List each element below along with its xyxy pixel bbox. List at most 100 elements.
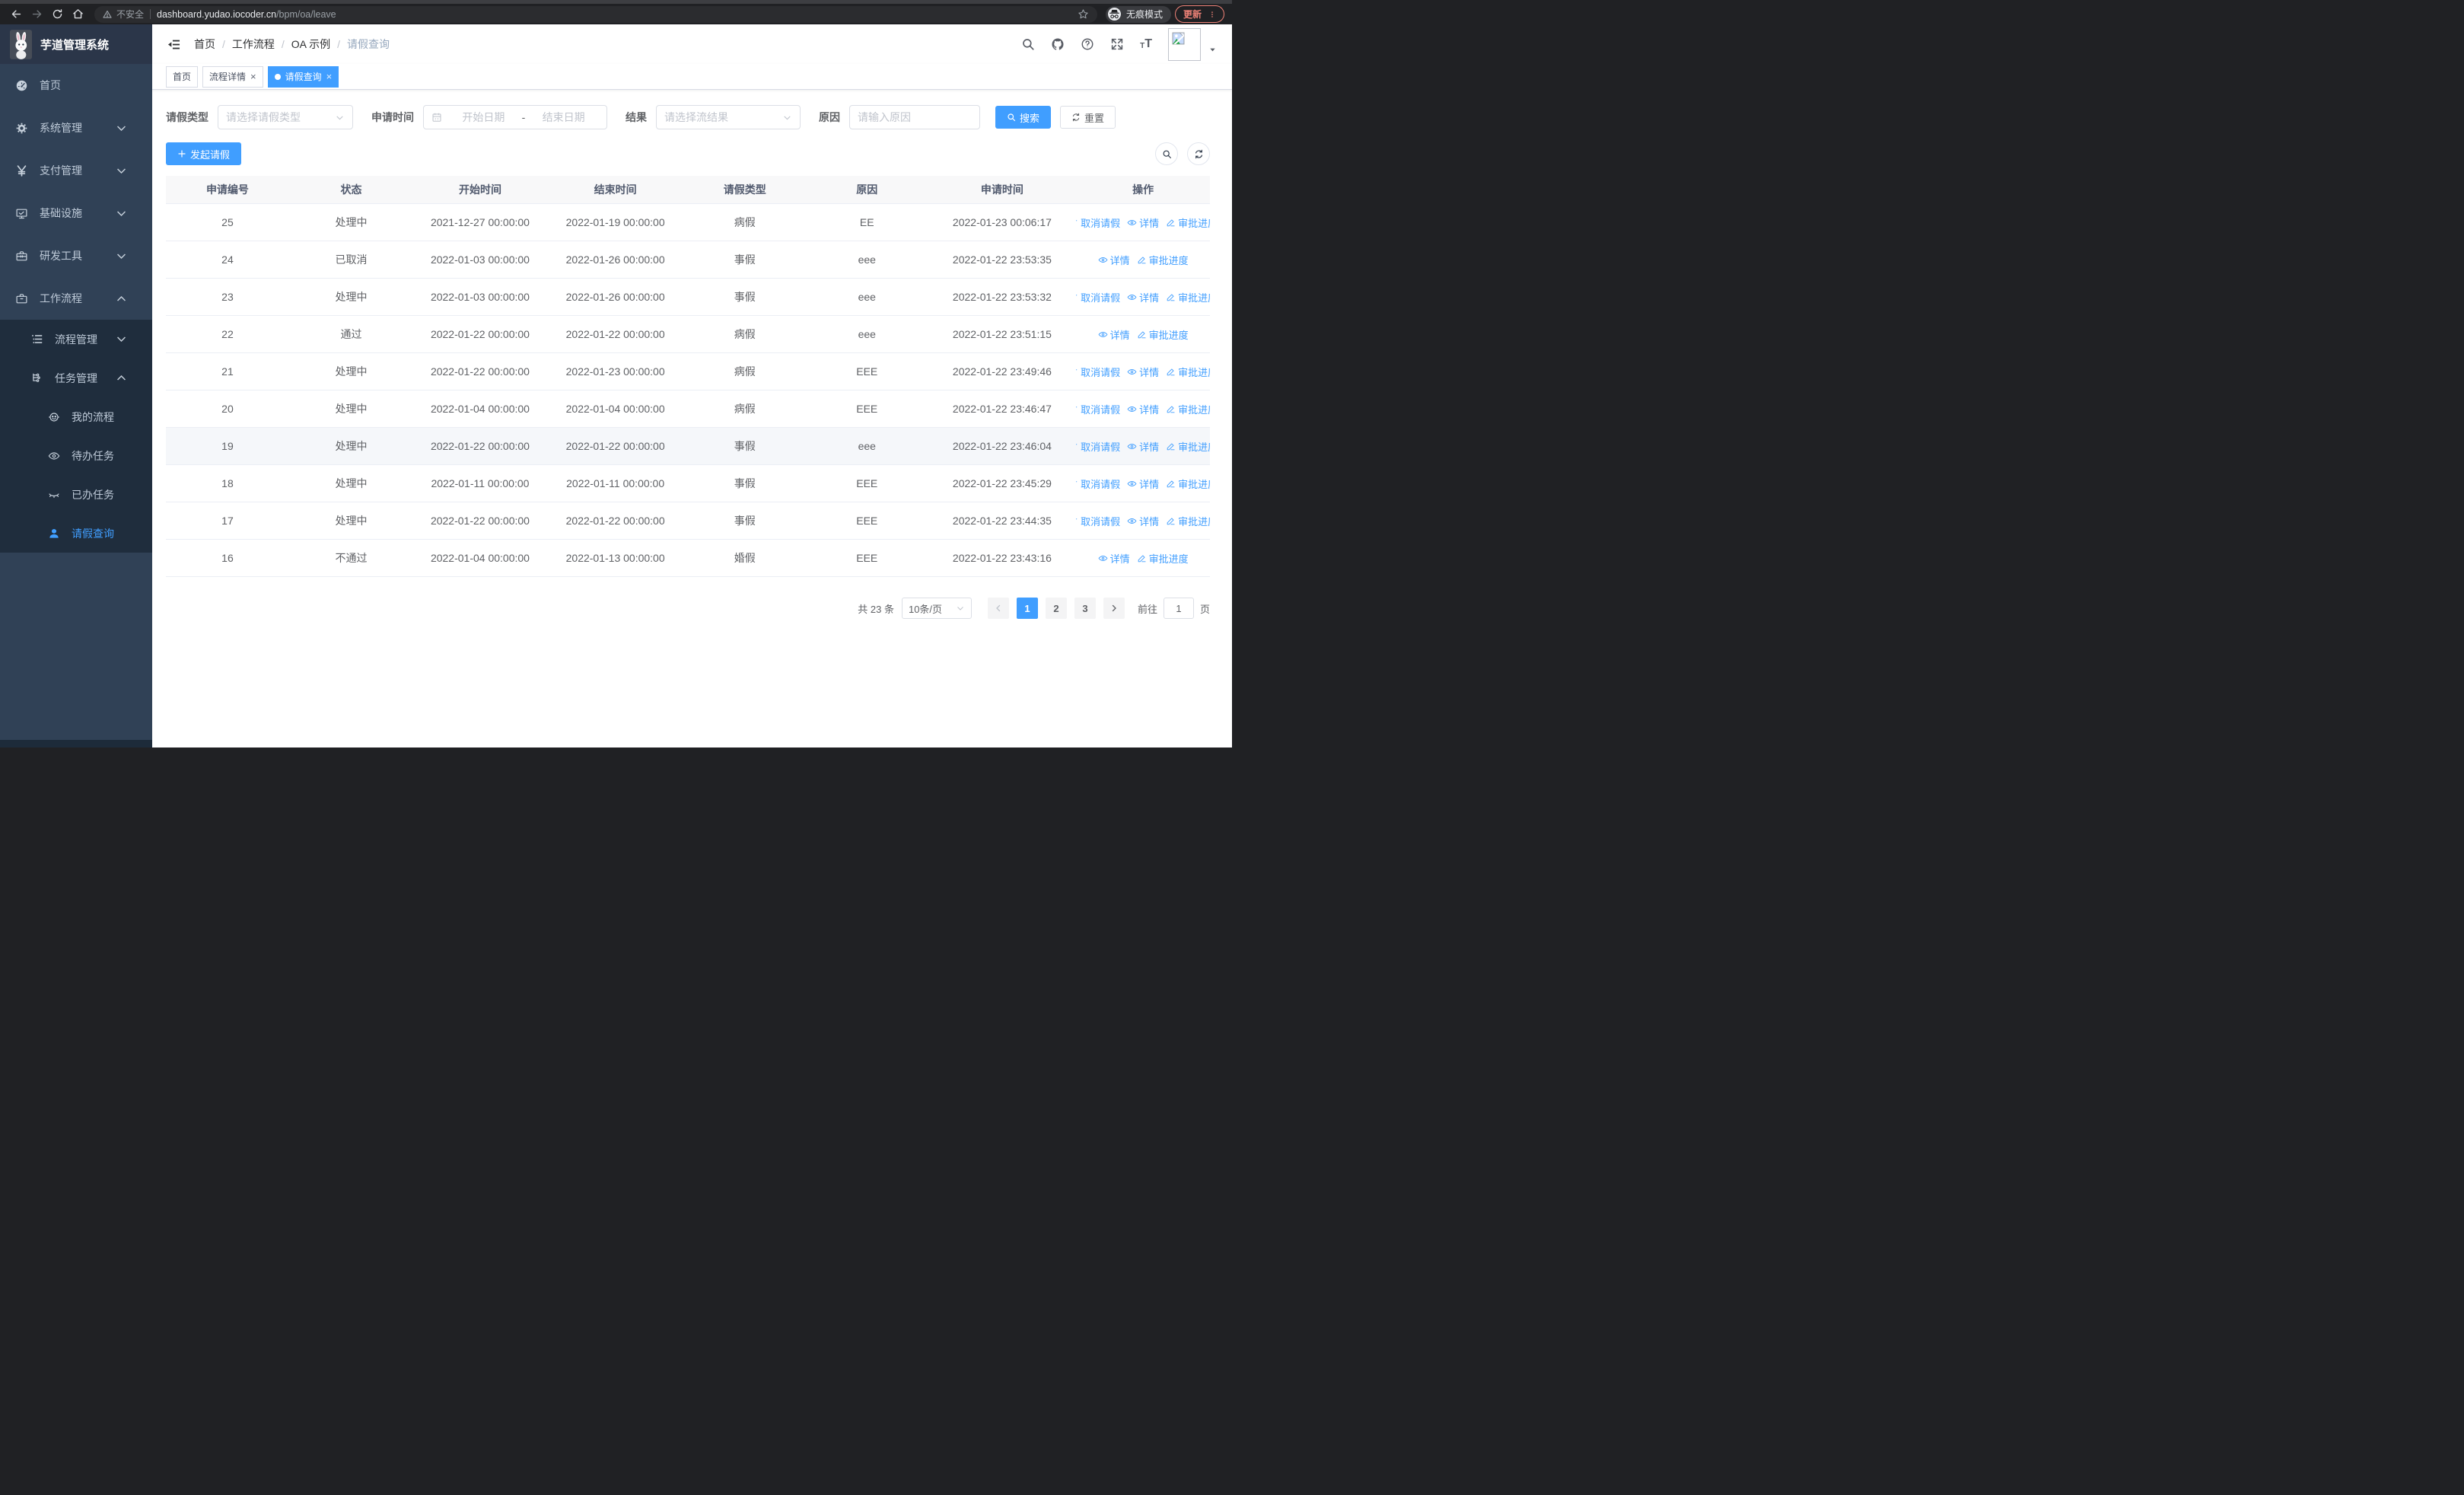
action-progress-link[interactable]: 审批进度 [1137, 253, 1189, 267]
cell-apply-time: 2022-01-22 23:53:35 [928, 241, 1077, 279]
reload-button[interactable] [49, 6, 65, 23]
action-cancel-link[interactable]: 取消请假 [1076, 477, 1120, 491]
date-range-input[interactable]: 开始日期 - 结束日期 [423, 105, 607, 129]
home-button[interactable] [69, 6, 86, 23]
action-progress-link[interactable]: 审批进度 [1166, 402, 1210, 416]
sidebar-item-task-2[interactable]: 待办任务 [0, 436, 152, 475]
font-size-icon[interactable]: TT [1140, 38, 1152, 50]
sidebar-item-5[interactable]: 研发工具 [0, 234, 152, 277]
url-bar[interactable]: 不安全 dashboard.yudao.iocoder.cn/bpm/oa/le… [94, 5, 1097, 23]
breadcrumb-item[interactable]: 工作流程 [232, 37, 275, 52]
cell-actions: 详情 审批进度 [1076, 539, 1210, 577]
sidebar-item-2[interactable]: 系统管理 [0, 107, 152, 149]
goto-page-input[interactable] [1163, 598, 1194, 619]
action-detail-link[interactable]: 详情 [1098, 253, 1130, 267]
leave-type-placeholder: 请选择请假类型 [226, 111, 301, 123]
sidebar-item-3[interactable]: 支付管理 [0, 149, 152, 192]
tag-close-icon[interactable]: × [250, 72, 256, 81]
fullscreen-icon[interactable] [1110, 37, 1124, 51]
action-progress-link[interactable]: 审批进度 [1166, 477, 1210, 491]
action-progress-link[interactable]: 审批进度 [1137, 327, 1189, 342]
action-progress-link[interactable]: 审批进度 [1166, 439, 1210, 454]
sidebar-item-task-3[interactable]: 已办任务 [0, 475, 152, 514]
action-cancel-link[interactable]: 取消请假 [1076, 365, 1120, 379]
hide-search-button[interactable] [1155, 142, 1178, 165]
action-detail-link[interactable]: 详情 [1098, 327, 1130, 342]
action-detail-link[interactable]: 详情 [1127, 514, 1159, 528]
action-cancel-link[interactable]: 取消请假 [1076, 215, 1120, 230]
action-detail-link[interactable]: 详情 [1127, 215, 1159, 230]
tag-tab-1[interactable]: 首页 [166, 65, 199, 88]
table-row: 17 处理中 2022-01-22 00:00:00 2022-01-22 00:00… [166, 502, 1210, 540]
next-page-button[interactable] [1103, 598, 1125, 619]
action-progress-link[interactable]: 审批进度 [1166, 290, 1210, 304]
user-icon [48, 528, 60, 540]
action-cancel-link[interactable]: 取消请假 [1076, 290, 1120, 304]
cell-apply-id: 25 [166, 203, 289, 241]
apply-time-label: 申请时间 [371, 111, 414, 123]
row-actions: 取消请假 详情 审批进度 [1076, 402, 1210, 416]
sidebar-item-process-mgmt[interactable]: 流程管理 [0, 320, 152, 359]
prev-page-button[interactable] [987, 598, 1009, 619]
action-detail-link[interactable]: 详情 [1127, 402, 1159, 416]
sidebar-item-4[interactable]: 基础设施 [0, 192, 152, 234]
bookmark-star-icon[interactable] [1078, 8, 1089, 20]
refresh-table-button[interactable] [1187, 142, 1210, 165]
back-button[interactable] [8, 6, 24, 23]
tag-close-icon[interactable]: × [326, 72, 333, 81]
reset-button[interactable]: 重置 [1060, 106, 1116, 129]
action-detail-link[interactable]: 详情 [1127, 290, 1159, 304]
action-detail-link[interactable]: 详情 [1127, 477, 1159, 491]
cell-apply-time: 2022-01-22 23:46:04 [928, 427, 1077, 465]
action-cancel-link[interactable]: 取消请假 [1076, 439, 1120, 454]
page-button-3[interactable]: 3 [1074, 598, 1096, 619]
action-detail-link[interactable]: 详情 [1098, 551, 1130, 566]
row-actions: 取消请假 详情 审批进度 [1076, 215, 1210, 230]
breadcrumb-item[interactable]: OA 示例 [291, 37, 330, 52]
app-logo[interactable]: 芋道管理系统 [0, 24, 152, 64]
leave-type-select[interactable]: 请选择请假类型 [218, 105, 353, 129]
action-progress-link[interactable]: 审批进度 [1166, 215, 1210, 230]
action-progress-label: 审批进度 [1178, 403, 1210, 416]
avatar[interactable] [1168, 27, 1201, 61]
cell-start-time: 2021-12-27 00:00:00 [413, 203, 547, 241]
search-icon[interactable] [1021, 37, 1035, 51]
create-leave-button[interactable]: 发起请假 [166, 142, 242, 165]
github-icon[interactable] [1051, 37, 1065, 51]
security-chip[interactable]: 不安全 [103, 8, 144, 21]
avatar-caret-icon[interactable] [1208, 46, 1217, 54]
update-browser-button[interactable]: 更新 [1174, 5, 1224, 23]
action-progress-link[interactable]: 审批进度 [1166, 365, 1210, 379]
reason-input[interactable]: 请输入原因 [849, 105, 980, 129]
search-button[interactable]: 搜索 [995, 106, 1052, 129]
kebab-menu-icon[interactable] [1208, 10, 1216, 19]
action-cancel-link[interactable]: 取消请假 [1076, 514, 1120, 528]
sidebar-item-label: 流程管理 [55, 333, 97, 346]
page-size-select[interactable]: 10条/页 [901, 598, 972, 619]
action-detail-link[interactable]: 详情 [1127, 365, 1159, 379]
sidebar-item-task-4[interactable]: 请假查询 [0, 514, 152, 553]
tag-tab-3[interactable]: 请假查询 × [267, 65, 339, 88]
action-detail-link[interactable]: 详情 [1127, 439, 1159, 454]
help-icon[interactable] [1081, 37, 1094, 51]
breadcrumb-separator: / [281, 38, 285, 50]
action-progress-link[interactable]: 审批进度 [1137, 551, 1189, 566]
sidebar-item-task-mgmt[interactable]: 任务管理 [0, 359, 152, 397]
sidebar-collapse-icon[interactable] [167, 37, 181, 52]
forward-button[interactable] [28, 6, 45, 23]
action-cancel-label: 取消请假 [1081, 217, 1121, 229]
page-button-1[interactable]: 1 [1016, 598, 1038, 619]
main-content: 请假类型 请选择请假类型 申请时间 开始日期 - 结束日期 结果 请选择流结果 [152, 90, 1232, 748]
breadcrumb-item[interactable]: 首页 [194, 37, 215, 52]
chevron-left-icon [994, 604, 1003, 613]
sidebar-item-1[interactable]: 首页 [0, 64, 152, 107]
robot-icon [48, 411, 60, 423]
sidebar-item-6[interactable]: 工作流程 [0, 277, 152, 320]
sidebar-item-task-1[interactable]: 我的流程 [0, 397, 152, 436]
result-select[interactable]: 请选择流结果 [656, 105, 801, 129]
view-eye-icon [1127, 218, 1137, 228]
action-cancel-link[interactable]: 取消请假 [1076, 402, 1120, 416]
tag-tab-2[interactable]: 流程详情 × [202, 65, 263, 88]
action-progress-link[interactable]: 审批进度 [1166, 514, 1210, 528]
page-button-2[interactable]: 2 [1045, 598, 1067, 619]
